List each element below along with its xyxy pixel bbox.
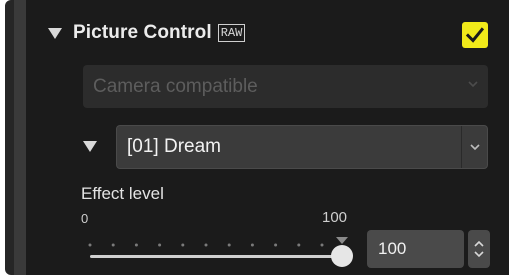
chevron-down-icon [469,144,480,151]
slider-max-label: 100 [322,209,348,226]
picture-control-dropdown-button[interactable] [461,126,487,168]
slider-tick-dot [181,243,185,247]
section-title: Picture Control [73,22,212,43]
compatibility-select[interactable]: Camera compatible [83,65,488,108]
slider-tick-dot [297,243,301,247]
slider-tick-dot [204,243,208,247]
panel-left-rail [14,0,26,275]
effect-level-value: 100 [378,239,407,258]
slider-tick-dots [88,243,324,247]
slider-tick-dot [274,243,278,247]
picture-control-checkbox[interactable] [462,22,488,48]
picture-control-select[interactable]: [01] Dream [116,125,488,169]
raw-badge: RAW [217,24,246,42]
spin-up-icon[interactable] [473,239,485,249]
picture-control-header[interactable]: Picture Control RAW [48,18,498,48]
checkmark-icon [466,27,484,43]
slider-tick-dot [111,243,115,247]
slider-tick-dot [250,243,254,247]
effect-level-input[interactable]: 100 [367,230,464,268]
collapse-triangle-icon[interactable] [48,27,62,39]
slider-tick-dot [88,243,92,247]
slider-pointer-icon [336,237,348,244]
effect-level-spin-buttons[interactable] [468,230,490,268]
subsection-collapse-triangle-icon[interactable] [83,141,97,152]
effect-level-label: Effect level [81,184,164,203]
slider-thumb[interactable] [331,245,353,267]
picture-control-select-value: [01] Dream [127,136,221,157]
slider-min-label: 0 [81,211,89,226]
chevron-down-icon [468,81,478,88]
slider-track-fill [90,255,342,258]
effect-level-slider[interactable] [86,232,356,268]
slider-tick-dot [158,243,162,247]
slider-tick-dot [320,243,324,247]
spin-down-icon[interactable] [473,249,485,259]
compatibility-select-value: Camera compatible [93,75,258,97]
slider-tick-dot [227,243,231,247]
slider-tick-dot [134,243,138,247]
